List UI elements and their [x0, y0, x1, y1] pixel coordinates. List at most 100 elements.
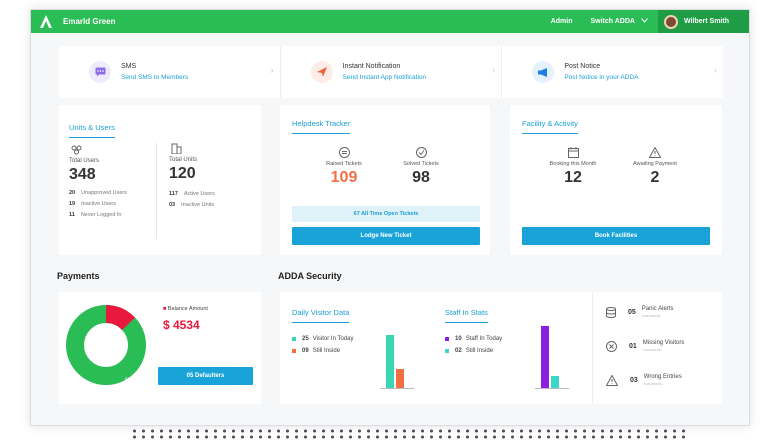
alert-count: 03 [630, 376, 638, 384]
send-icon [310, 61, 333, 83]
staff-legend: 10 Staff In Today 02 Still Inside [445, 330, 502, 354]
stat-row[interactable]: 11 Never Logged In [69, 212, 154, 218]
book-facilities-button[interactable]: Book Facilities [522, 227, 710, 245]
legend-label: Visitor In Today [312, 336, 354, 342]
decorative-dot-pattern [130, 428, 690, 440]
stat-label: Unapproved Users [81, 190, 127, 196]
stat-count: 11 [69, 212, 75, 218]
calendar-icon [567, 147, 579, 158]
units-users-card: Units & Users Total Users 348 20 Unapprov… [59, 105, 261, 255]
society-name[interactable]: Emarld Green [63, 17, 551, 26]
alert-label: Wrong Entries [643, 374, 682, 380]
stat-count: 19 [69, 201, 76, 207]
legend-count: 25 [302, 336, 309, 342]
stat-row[interactable]: 03 Inactive Units [169, 202, 259, 208]
alert-sub: THIS MONTH [642, 348, 662, 352]
stat-row[interactable]: 117 Active Users [169, 191, 259, 197]
legend-label: Still Inside [312, 348, 341, 354]
raised-tickets-value: 109 [330, 169, 358, 186]
helpdesk-card: Helpdesk Tracker Raised Tickets 109 Solv… [280, 105, 490, 255]
alert-sub: THIS MONTH [643, 382, 663, 386]
notification-subtitle[interactable]: Send Instant App Notification [343, 74, 426, 81]
legend-count: 02 [455, 348, 462, 354]
payments-donut-chart: 13% 87% [66, 305, 146, 385]
top-bar: Emarld Green Admin Switch ADDA Wilbert S… [31, 10, 749, 33]
wrong-entries-row[interactable]: 03 Wrong Entries THIS MONTH [606, 374, 682, 386]
solved-tickets-label: Solved Tickets [403, 161, 439, 167]
legend-count: 10 [455, 336, 462, 342]
staff-title: Staff In Stats [445, 308, 488, 323]
stat-count: 03 [169, 202, 176, 208]
alert-count: 05 [628, 308, 636, 316]
stat-row[interactable]: 20 Unapproved Users [69, 190, 154, 196]
security-card: Daily Visitor Data 25 Visitor In Today 09… [280, 292, 722, 404]
sms-title: SMS [121, 63, 137, 70]
legend-item: 10 Staff In Today [445, 336, 502, 342]
alert-label: Panic Alerts [641, 306, 674, 312]
warning-icon [649, 147, 661, 158]
bar-0 [541, 326, 549, 388]
chevron-down-icon[interactable] [641, 18, 648, 25]
open-tickets-banner[interactable]: 67 All Time Open Tickets [292, 206, 480, 222]
ticket-icon [338, 147, 350, 158]
visitor-legend: 25 Visitor In Today 09 Still Inside [292, 330, 354, 354]
legend-swatch [292, 349, 296, 353]
notice-title: Post Notice [564, 63, 601, 70]
total-units-label: Total Units [169, 157, 198, 163]
warning-icon [606, 374, 618, 386]
payments-card: 13% 87% ■ Balance Amount $ 4534 05 Defau… [59, 292, 261, 404]
sms-subtitle[interactable]: Send SMS to Members [121, 74, 188, 81]
legend-swatch [292, 337, 296, 341]
sms-icon [89, 61, 111, 83]
visitor-bar-chart [380, 335, 414, 389]
payments-title: Payments [57, 271, 100, 281]
user-profile[interactable]: Wilbert Smith [657, 10, 749, 33]
chevron-right-icon[interactable]: › [270, 65, 273, 76]
visitor-title: Daily Visitor Data [292, 308, 350, 323]
legend-swatch [445, 349, 449, 353]
admin-menu[interactable]: Admin [551, 18, 573, 25]
stat-count: 20 [69, 190, 76, 196]
stat-label: Inactive Users [81, 201, 116, 207]
panic-alerts-row[interactable]: 05 Panic Alerts THIS MONTH [606, 306, 673, 318]
booking-label: Booking this Month [549, 161, 597, 167]
total-users-label: Total Users [69, 158, 100, 164]
post-notice-action[interactable]: Post Notice Post Notice in your ADDA › [501, 46, 723, 98]
check-circle-icon [415, 147, 427, 158]
security-title: ADDA Security [278, 271, 342, 281]
balance-label: ■ Balance Amount [163, 306, 208, 312]
instant-notification-action[interactable]: Instant Notification Send Instant App No… [279, 46, 502, 98]
switch-adda-menu[interactable]: Switch ADDA [590, 18, 634, 25]
donut-balance-segment [105, 305, 136, 331]
megaphone-icon [532, 61, 555, 83]
facility-title: Facility & Activity [522, 119, 578, 134]
pie-red-label: 13% [92, 328, 100, 333]
bar-1 [396, 368, 404, 388]
sms-action[interactable]: SMS Send SMS to Members › [59, 46, 280, 98]
chevron-right-icon[interactable]: › [714, 65, 717, 76]
legend-label: Still Inside [465, 348, 494, 354]
adda-logo-icon[interactable] [39, 15, 53, 29]
alert-label: Missing Visitors [642, 340, 685, 346]
pie-green-label: 87% [125, 376, 133, 381]
legend-label: Staff In Today [465, 336, 503, 342]
divider [156, 143, 157, 239]
units-users-title: Units & Users [69, 123, 115, 138]
stat-row[interactable]: 19 Inactive Users [69, 201, 154, 207]
notice-subtitle[interactable]: Post Notice in your ADDA [564, 74, 638, 81]
awaiting-label: Awaiting Payment [633, 161, 677, 167]
awaiting-value: 2 [650, 169, 660, 186]
database-icon [606, 306, 616, 318]
legend-item: 02 Still Inside [445, 348, 502, 354]
cancel-circle-icon [606, 340, 617, 352]
quick-actions-bar: SMS Send SMS to Members › Instant Notifi… [59, 46, 723, 98]
avatar[interactable] [663, 14, 678, 29]
users-icon [71, 145, 82, 155]
facility-card: Facility & Activity Booking this Month 1… [510, 105, 722, 255]
chevron-right-icon[interactable]: › [492, 65, 495, 76]
lodge-ticket-button[interactable]: Lodge New Ticket [292, 227, 480, 245]
defaulters-button[interactable]: 05 Defaulters [158, 367, 253, 385]
stat-label: Active Users [183, 191, 215, 197]
missing-visitors-row[interactable]: 01 Missing Visitors THIS MONTH [606, 340, 684, 352]
solved-tickets-value: 98 [412, 169, 430, 186]
